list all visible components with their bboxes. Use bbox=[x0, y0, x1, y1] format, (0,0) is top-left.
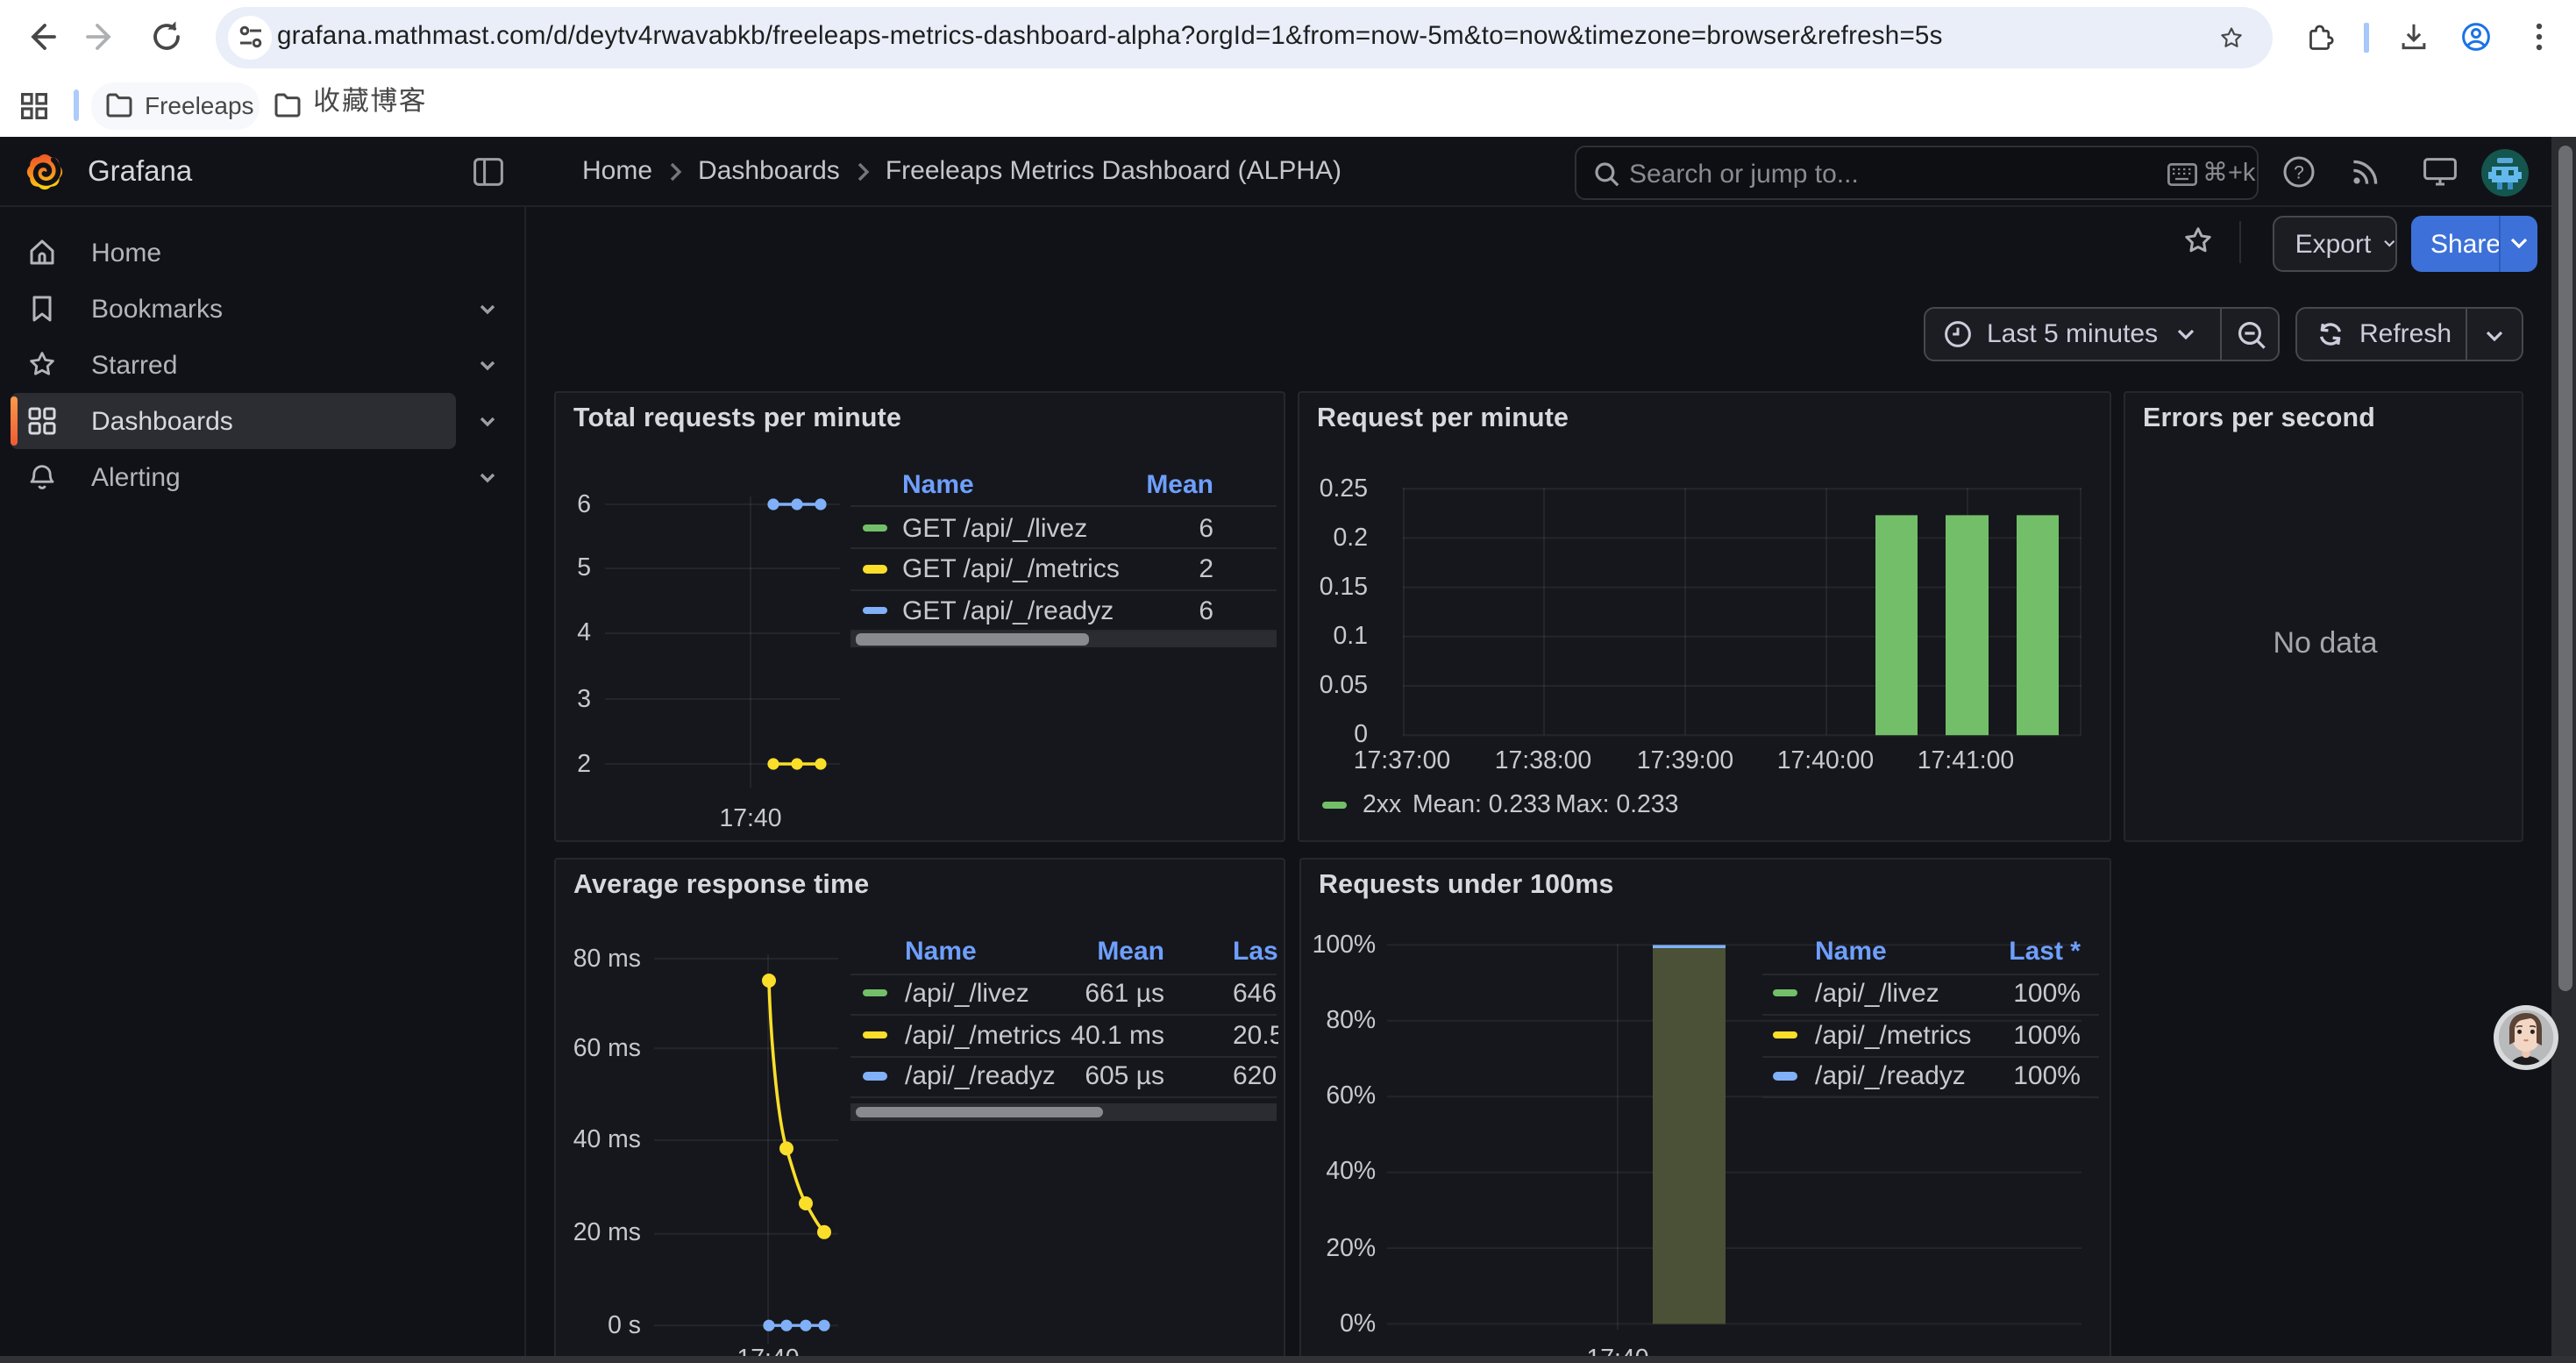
svg-text:?: ? bbox=[2294, 161, 2304, 182]
